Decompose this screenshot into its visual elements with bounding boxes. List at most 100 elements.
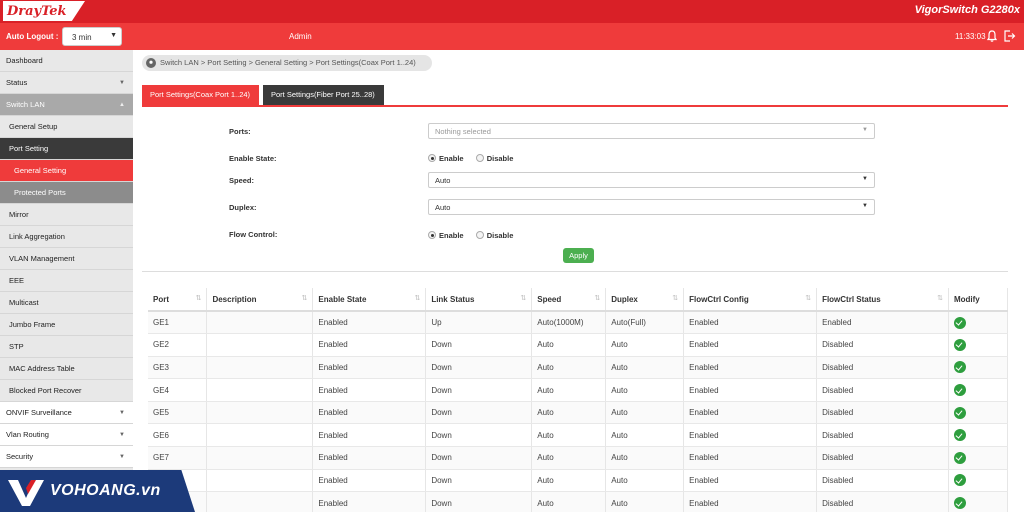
column-header-flowctrl-status[interactable]: FlowCtrl Status ⇅	[816, 288, 949, 312]
sort-icon[interactable]: ⇅	[520, 294, 526, 302]
table-row: GE3 Enabled Down Auto Auto Enabled Disabled	[148, 356, 1009, 380]
sidebar-item-label: Blocked Port Recover	[9, 386, 82, 395]
cell-description	[206, 311, 314, 335]
cell-link-status: Down	[425, 491, 533, 512]
enable-state-label: Enable State:	[229, 154, 277, 163]
sort-icon[interactable]: ⇅	[672, 294, 678, 302]
flow-control-enable-radio[interactable]	[428, 231, 436, 239]
cell-description	[206, 333, 314, 357]
cell-flowctrl-status: Disabled	[816, 446, 949, 470]
sidebar-item-protected-ports[interactable]: Protected Ports	[0, 182, 133, 204]
cell-port: GE6	[148, 423, 208, 448]
speed-select[interactable]: Auto ▼	[428, 172, 875, 188]
sidebar-item-general-setting[interactable]: General Setting	[0, 160, 133, 182]
sidebar-item-label: General Setup	[9, 122, 58, 131]
column-header-enable-state[interactable]: Enable State ⇅	[312, 288, 427, 312]
column-header-description[interactable]: Description ⇅	[206, 288, 314, 312]
auto-logout-select[interactable]: 3 min ▼	[62, 27, 122, 46]
column-header-flowctrl-config[interactable]: FlowCtrl Config ⇅	[683, 288, 818, 312]
edit-check-icon[interactable]	[953, 406, 966, 419]
enable-state-enable-radio[interactable]	[428, 154, 436, 162]
column-header-link-status[interactable]: Link Status ⇅	[425, 288, 533, 312]
brand-bar: DrayTek VigorSwitch G2280x	[0, 0, 1024, 23]
sidebar-item-vlan-management[interactable]: VLAN Management	[0, 248, 133, 270]
flow-control-disable-radio[interactable]	[475, 231, 484, 239]
vohoang-watermark: VOHOANG.vn	[0, 470, 195, 512]
edit-check-icon[interactable]	[953, 497, 966, 510]
column-header-speed[interactable]: Speed ⇅	[531, 288, 607, 312]
sidebar-item-mirror[interactable]: Mirror	[0, 204, 133, 226]
cell-flowctrl-config: Enabled	[683, 469, 818, 493]
cell-link-status: Down	[425, 423, 533, 448]
sort-icon[interactable]: ⇅	[414, 294, 420, 302]
sidebar-item-general-setup[interactable]: General Setup	[0, 116, 133, 138]
cell-link-status: Down	[425, 378, 533, 402]
edit-check-icon[interactable]	[953, 384, 966, 397]
cell-link-status: Down	[425, 401, 533, 425]
tab-underline	[142, 105, 1008, 107]
edit-check-icon[interactable]	[953, 451, 966, 464]
sidebar: Dashboard Status ▼ Switch LAN ▲ General Se…	[0, 50, 133, 512]
sidebar-item-blocked-port-recover[interactable]: Blocked Port Recover	[0, 380, 133, 402]
column-header-modify: Modify	[948, 288, 1009, 312]
cell-flowctrl-status: Disabled	[816, 491, 949, 512]
edit-check-icon[interactable]	[953, 316, 966, 329]
edit-check-icon[interactable]	[953, 361, 966, 374]
enable-state-disable-radio[interactable]	[475, 154, 484, 162]
cell-link-status: Down	[425, 356, 533, 380]
cell-enable-state: Enabled	[312, 446, 427, 470]
cell-description	[206, 378, 314, 402]
column-header-label: FlowCtrl Status	[822, 294, 881, 304]
sidebar-item-label: EEE	[9, 276, 25, 285]
chevron-down-icon: ▼	[862, 203, 868, 209]
sidebar-item-status[interactable]: Status ▼	[0, 72, 133, 94]
sidebar-item-onvif-surveillance[interactable]: ONVIF Surveillance ▼	[0, 402, 133, 424]
edit-check-icon[interactable]	[953, 338, 966, 351]
table-header-row: Port ⇅ Description ⇅ Enable State ⇅ Link Statu…	[148, 288, 1009, 312]
sidebar-item-label: MAC Address Table	[9, 364, 75, 373]
sort-icon[interactable]: ⇅	[196, 294, 202, 302]
edit-check-icon[interactable]	[953, 429, 966, 442]
sidebar-item-dashboard[interactable]: Dashboard	[0, 50, 133, 72]
ports-select[interactable]: Nothing selected ▼	[428, 123, 875, 139]
column-header-duplex[interactable]: Duplex ⇅	[605, 288, 685, 312]
duplex-select[interactable]: Auto ▼	[428, 199, 875, 215]
sidebar-item-jumbo-frame[interactable]: Jumbo Frame	[0, 314, 133, 336]
sidebar-item-port-setting[interactable]: Port Setting	[0, 138, 133, 160]
cell-speed: Auto	[531, 333, 607, 357]
table-body: GE1 Enabled Up Auto(1000M) Auto(Full) Enabled…	[148, 311, 1009, 512]
port-table: Port ⇅ Description ⇅ Enable State ⇅ Link Statu…	[148, 288, 1009, 512]
column-header-port[interactable]: Port ⇅	[148, 288, 208, 312]
edit-check-icon[interactable]	[953, 474, 966, 487]
cell-enable-state: Enabled	[312, 401, 427, 425]
sort-icon[interactable]: ⇅	[805, 294, 811, 302]
chevron-down-icon: ▼	[119, 410, 125, 416]
sidebar-item-link-aggregation[interactable]: Link Aggregation	[0, 226, 133, 248]
cell-description	[206, 356, 314, 380]
sidebar-item-security[interactable]: Security ▼	[0, 446, 133, 468]
sort-icon[interactable]: ⇅	[594, 294, 600, 302]
sidebar-item-multicast[interactable]: Multicast	[0, 292, 133, 314]
flow-control-label: Flow Control:	[229, 230, 278, 239]
cell-duplex: Auto	[605, 378, 685, 402]
cell-flowctrl-config: Enabled	[683, 333, 818, 357]
sidebar-item-label: Link Aggregation	[9, 232, 65, 241]
apply-button[interactable]: Apply	[563, 248, 594, 263]
cell-link-status: Down	[425, 446, 533, 470]
sidebar-item-stp[interactable]: STP	[0, 336, 133, 358]
chevron-down-icon: ▼	[119, 432, 125, 438]
sort-icon[interactable]: ⇅	[302, 294, 308, 302]
table-row: Enabled Down Auto Auto Enabled Disabled	[148, 469, 1009, 493]
cell-enable-state: Enabled	[312, 333, 427, 357]
logout-icon[interactable]	[1002, 29, 1016, 43]
cell-duplex: Auto	[605, 469, 685, 493]
sidebar-item-label: Switch LAN	[6, 100, 45, 109]
sort-icon[interactable]: ⇅	[937, 294, 943, 302]
tab-coax-ports[interactable]: Port Settings(Coax Port 1..24)	[142, 85, 259, 105]
bell-icon[interactable]	[985, 29, 999, 43]
sidebar-item-vlan-routing[interactable]: Vlan Routing ▼	[0, 424, 133, 446]
sidebar-item-eee[interactable]: EEE	[0, 270, 133, 292]
sidebar-item-switch-lan[interactable]: Switch LAN ▲	[0, 94, 133, 116]
sidebar-item-mac-address-table[interactable]: MAC Address Table	[0, 358, 133, 380]
tab-fiber-ports[interactable]: Port Settings(Fiber Port 25..28)	[263, 85, 384, 105]
